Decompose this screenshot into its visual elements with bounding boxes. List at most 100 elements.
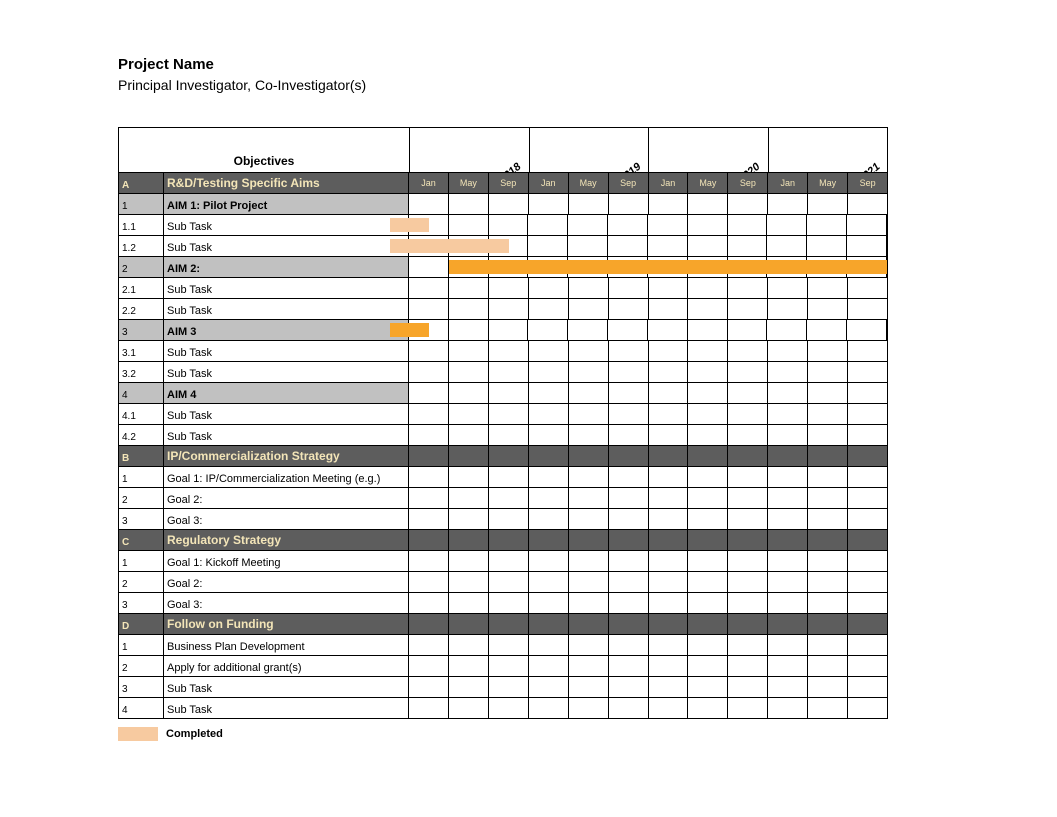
timeline-column: Sep bbox=[728, 173, 768, 193]
timeline-column bbox=[728, 383, 768, 403]
timeline-column bbox=[529, 551, 569, 571]
timeline-column bbox=[449, 425, 489, 445]
row-timeline bbox=[409, 467, 887, 487]
row-label: Sub Task bbox=[164, 236, 409, 256]
timeline-column bbox=[489, 341, 529, 361]
timeline-column bbox=[728, 572, 768, 592]
timeline-column bbox=[649, 614, 689, 634]
timeline-column bbox=[688, 530, 728, 550]
row-id: 2.2 bbox=[119, 299, 164, 319]
timeline-column bbox=[529, 383, 569, 403]
timeline-column bbox=[688, 572, 728, 592]
row-label: AIM 3 bbox=[164, 320, 409, 340]
timeline-column bbox=[768, 698, 808, 718]
timeline-column bbox=[489, 677, 529, 697]
task-row: 2Goal 2: bbox=[119, 572, 887, 593]
timeline-column: Sep bbox=[848, 173, 887, 193]
row-timeline bbox=[409, 404, 887, 424]
row-label: Sub Task bbox=[164, 698, 409, 718]
row-label: AIM 1: Pilot Project bbox=[164, 194, 409, 214]
timeline-column bbox=[649, 530, 689, 550]
timeline-column bbox=[848, 698, 887, 718]
year-header: 2018 bbox=[410, 128, 530, 172]
row-id: 3.2 bbox=[119, 362, 164, 382]
row-timeline bbox=[409, 320, 887, 340]
timeline-column bbox=[449, 572, 489, 592]
timeline-column bbox=[728, 320, 768, 340]
row-id: 1 bbox=[119, 551, 164, 571]
timeline-column bbox=[728, 236, 768, 256]
task-row: 2Apply for additional grant(s) bbox=[119, 656, 887, 677]
row-label: Sub Task bbox=[164, 299, 409, 319]
timeline-column bbox=[609, 488, 649, 508]
row-label: R&D/Testing Specific Aims bbox=[164, 173, 409, 193]
row-label: AIM 2: bbox=[164, 257, 409, 277]
row-timeline bbox=[409, 530, 887, 550]
timeline-column bbox=[529, 446, 569, 466]
timeline-column bbox=[569, 593, 609, 613]
timeline-column bbox=[489, 362, 529, 382]
timeline-column bbox=[848, 341, 887, 361]
timeline-column bbox=[728, 614, 768, 634]
task-row: 2.2Sub Task bbox=[119, 299, 887, 320]
task-row: 4.1Sub Task bbox=[119, 404, 887, 425]
timeline-column bbox=[609, 635, 649, 655]
timeline-column bbox=[409, 509, 449, 529]
timeline-column bbox=[409, 425, 449, 445]
timeline-column bbox=[768, 404, 808, 424]
gantt-header-top: Objectives 2018201920202021 bbox=[119, 128, 887, 173]
timeline-column bbox=[649, 572, 689, 592]
timeline-column bbox=[529, 698, 569, 718]
timeline-column bbox=[728, 467, 768, 487]
timeline-column bbox=[848, 425, 887, 445]
timeline-column bbox=[609, 698, 649, 718]
timeline-column bbox=[409, 572, 449, 592]
row-id: 2 bbox=[119, 488, 164, 508]
timeline-column bbox=[648, 320, 688, 340]
row-label: IP/Commercialization Strategy bbox=[164, 446, 409, 466]
timeline-column bbox=[569, 446, 609, 466]
row-id: 3 bbox=[119, 593, 164, 613]
row-id: 3.1 bbox=[119, 341, 164, 361]
timeline-column bbox=[528, 320, 568, 340]
timeline-column bbox=[449, 593, 489, 613]
row-label: Sub Task bbox=[164, 425, 409, 445]
timeline-column bbox=[449, 383, 489, 403]
timeline-column bbox=[728, 215, 768, 235]
row-timeline bbox=[409, 635, 887, 655]
timeline-column bbox=[409, 698, 449, 718]
timeline-column bbox=[409, 551, 449, 571]
row-label: Goal 1: IP/Commercialization Meeting (e.… bbox=[164, 467, 409, 487]
timeline-column bbox=[768, 446, 808, 466]
timeline-column bbox=[648, 215, 688, 235]
timeline-column bbox=[808, 383, 848, 403]
row-label: Goal 3: bbox=[164, 593, 409, 613]
timeline-column bbox=[569, 488, 609, 508]
timeline-column bbox=[649, 404, 689, 424]
task-row: 4Sub Task bbox=[119, 698, 887, 718]
timeline-column bbox=[569, 467, 609, 487]
row-id: 1.1 bbox=[119, 215, 164, 235]
timeline-column bbox=[568, 236, 608, 256]
timeline-column bbox=[847, 236, 887, 256]
timeline-column bbox=[569, 362, 609, 382]
row-timeline bbox=[409, 656, 887, 676]
gantt-bar bbox=[449, 260, 887, 274]
row-timeline bbox=[409, 614, 887, 634]
row-id: 1 bbox=[119, 194, 164, 214]
timeline-column bbox=[808, 446, 848, 466]
timeline-column bbox=[688, 509, 728, 529]
timeline-column bbox=[688, 278, 728, 298]
timeline-column bbox=[808, 635, 848, 655]
timeline-column bbox=[808, 341, 848, 361]
timeline-column bbox=[649, 593, 689, 613]
row-timeline bbox=[409, 446, 887, 466]
task-row: 3AIM 3 bbox=[119, 320, 887, 341]
timeline-column bbox=[489, 488, 529, 508]
timeline-column bbox=[649, 383, 689, 403]
timeline-column bbox=[649, 509, 689, 529]
timeline-column bbox=[688, 446, 728, 466]
timeline-column bbox=[808, 194, 848, 214]
timeline-column bbox=[489, 572, 529, 592]
gantt-bar bbox=[390, 239, 509, 253]
